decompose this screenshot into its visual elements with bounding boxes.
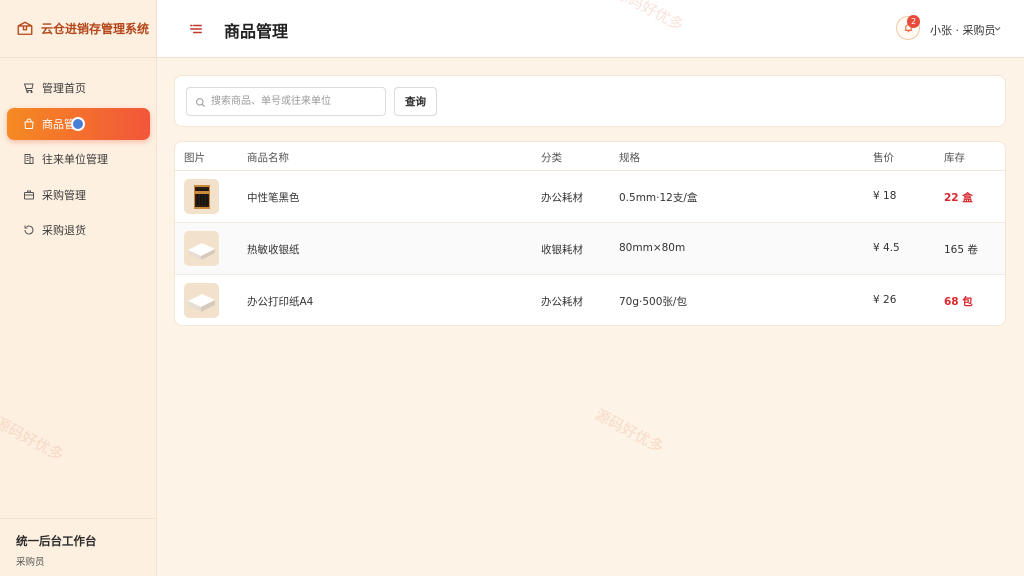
sidebar-item-label: 采购退货 xyxy=(42,224,86,237)
top-header: 商品管理 2 小张 · 采购员 xyxy=(157,0,1024,58)
search-icon xyxy=(196,98,205,107)
product-price: ¥ 18 xyxy=(873,190,897,202)
building-icon xyxy=(24,154,34,164)
briefcase-icon xyxy=(24,190,34,199)
product-image[interactable] xyxy=(184,179,219,214)
product-price: ¥ 26 xyxy=(873,294,897,306)
product-stock: 68 包 xyxy=(944,296,973,308)
table-header: 图片 商品名称 分类 规格 售价 库存 xyxy=(175,142,1005,171)
home-cart-icon xyxy=(23,83,34,94)
column-header-price[interactable]: 售价 xyxy=(873,150,894,165)
product-table: 图片 商品名称 分类 规格 售价 库存 中性笔黑色 办公耗材 0.5mm·12支… xyxy=(174,141,1006,326)
product-category: 收银耗材 xyxy=(541,244,583,256)
workspace-role: 采购员 xyxy=(16,557,45,568)
shopping-bag-icon xyxy=(24,118,34,129)
product-category: 办公耗材 xyxy=(541,192,583,204)
chevron-down-icon[interactable] xyxy=(993,24,1002,33)
user-menu[interactable]: 小张 · 采购员 xyxy=(930,22,996,38)
search-panel: 查询 xyxy=(174,75,1006,127)
product-image[interactable] xyxy=(184,283,219,318)
sidebar-item-purchase-returns[interactable]: 采购退货 xyxy=(7,214,150,246)
sidebar-item-partners[interactable]: 往来单位管理 xyxy=(7,143,150,175)
app-title: 云仓进销存管理系统 xyxy=(41,22,150,36)
product-name: 中性笔黑色 xyxy=(247,192,300,204)
page-title: 商品管理 xyxy=(224,22,289,41)
thermal-paper-image xyxy=(184,231,219,266)
product-name: 热敏收银纸 xyxy=(247,244,300,256)
product-stock: 22 盒 xyxy=(944,192,973,204)
watermark: 源码好优多 xyxy=(591,405,667,457)
column-header-image[interactable]: 图片 xyxy=(184,150,205,165)
sidebar-item-purchasing[interactable]: 采购管理 xyxy=(7,179,150,211)
sidebar: 云仓进销存管理系统 管理首页 商品管 往来单位管理 采购管理 采购退货 统一后台… xyxy=(0,0,157,576)
column-header-stock[interactable]: 库存 xyxy=(944,150,965,165)
sidebar-item-label: 采购管理 xyxy=(42,188,86,202)
product-category: 办公耗材 xyxy=(541,296,583,308)
product-spec: 0.5mm·12支/盒 xyxy=(619,192,698,204)
table-row[interactable]: 热敏收银纸 收银耗材 80mm×80m ¥ 4.5 165 卷 xyxy=(175,223,1005,275)
sidebar-menu: 管理首页 商品管 往来单位管理 采购管理 采购退货 xyxy=(0,72,157,250)
a4-paper-image xyxy=(184,283,219,318)
notification-badge: 2 xyxy=(907,15,920,28)
sidebar-item-label: 往来单位管理 xyxy=(42,153,108,166)
product-price: ¥ 4.5 xyxy=(873,242,900,254)
product-stock: 165 卷 xyxy=(944,244,978,256)
product-name: 办公打印纸A4 xyxy=(247,296,314,308)
return-icon xyxy=(24,225,34,235)
sidebar-item-products[interactable]: 商品管 xyxy=(7,107,150,140)
column-header-name[interactable]: 商品名称 xyxy=(247,150,289,165)
product-spec: 70g·500张/包 xyxy=(619,296,687,308)
pen-box-image xyxy=(184,179,219,214)
mouse-cursor-indicator xyxy=(71,116,85,131)
column-header-spec[interactable]: 规格 xyxy=(619,150,640,165)
brand[interactable]: 云仓进销存管理系统 xyxy=(0,0,156,58)
sidebar-item-label: 管理首页 xyxy=(42,82,86,95)
workspace-title: 统一后台工作台 xyxy=(16,534,97,548)
search-input[interactable] xyxy=(211,88,381,115)
package-box-icon xyxy=(17,21,33,35)
product-spec: 80mm×80m xyxy=(619,242,686,254)
table-row[interactable]: 办公打印纸A4 办公耗材 70g·500张/包 ¥ 26 68 包 xyxy=(175,275,1005,325)
query-button[interactable]: 查询 xyxy=(394,87,437,116)
table-row[interactable]: 中性笔黑色 办公耗材 0.5mm·12支/盒 ¥ 18 22 盒 xyxy=(175,171,1005,223)
menu-fold-icon[interactable] xyxy=(189,22,203,36)
search-box[interactable] xyxy=(186,87,386,116)
sidebar-item-home[interactable]: 管理首页 xyxy=(7,72,150,104)
sidebar-footer: 统一后台工作台 采购员 xyxy=(0,518,156,576)
notification-button[interactable]: 2 xyxy=(896,15,920,40)
column-header-category[interactable]: 分类 xyxy=(541,150,562,165)
product-image[interactable] xyxy=(184,231,219,266)
